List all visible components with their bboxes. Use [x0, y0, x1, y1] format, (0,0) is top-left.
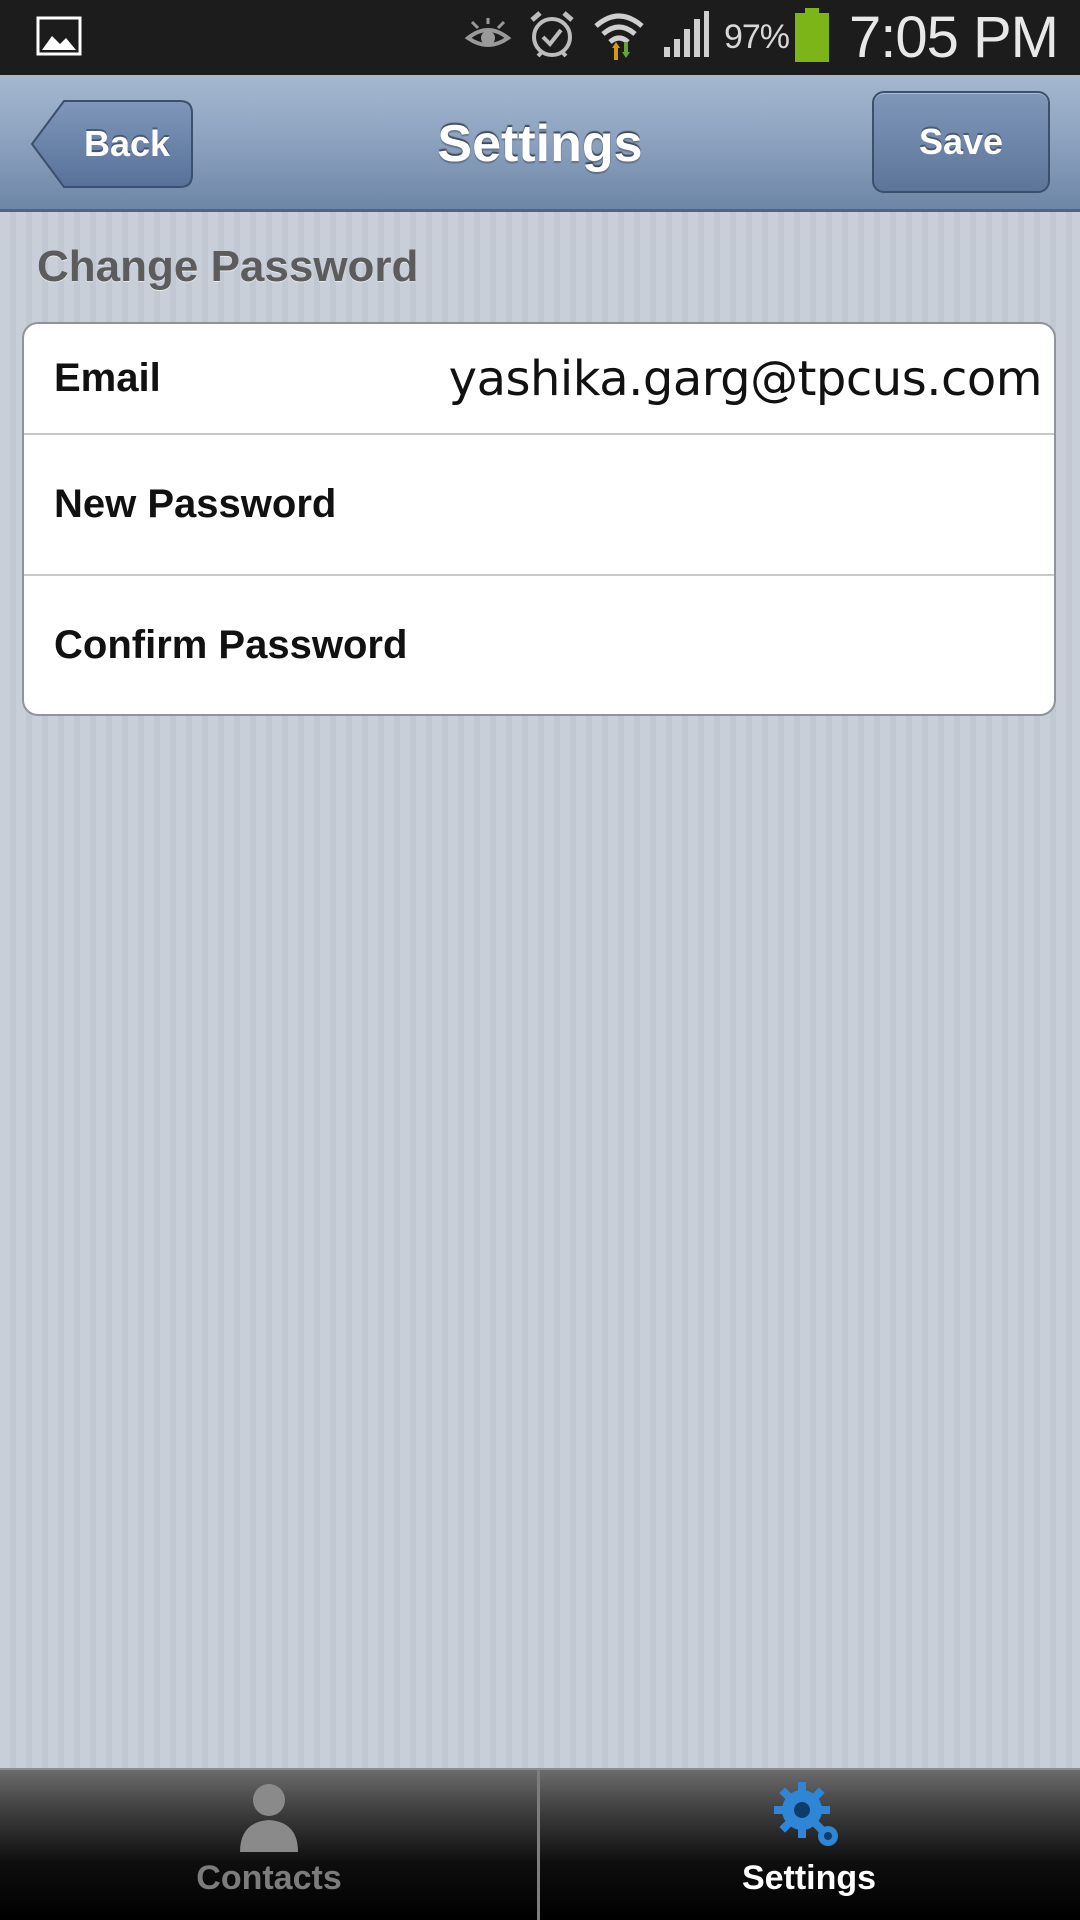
tab-contacts-label: Contacts: [196, 1859, 342, 1897]
clock: 7:05 PM: [849, 5, 1059, 70]
tab-settings-label: Settings: [741, 1859, 877, 1897]
save-button[interactable]: Save: [872, 91, 1050, 193]
tab-bar: Contacts Settings: [0, 1768, 1080, 1920]
confirm-password-label: Confirm Password: [54, 622, 408, 667]
tab-settings[interactable]: Settings: [540, 1770, 1078, 1920]
new-password-label: New Password: [54, 482, 337, 526]
title-bar: Back Settings Save: [0, 75, 1080, 212]
signal-icon: [662, 11, 710, 64]
email-label: Email: [54, 356, 161, 400]
email-row: Email yashika.garg@tpcus.com: [24, 324, 1054, 435]
gallery-icon: [36, 16, 82, 56]
gear-icon: [540, 1780, 1078, 1854]
section-title: Change Password: [37, 242, 419, 291]
back-button[interactable]: Back: [30, 98, 194, 190]
back-label: Back: [83, 123, 171, 164]
status-bar: 97% 7:05 PM: [0, 0, 1080, 75]
email-value: yashika.garg@tpcus.com: [448, 350, 1043, 407]
wifi-icon: [592, 8, 646, 67]
tab-contacts[interactable]: Contacts: [0, 1770, 538, 1920]
eye-icon: [464, 18, 512, 57]
new-password-field[interactable]: [404, 435, 1042, 574]
new-password-row: New Password: [24, 435, 1054, 576]
change-password-group: Email yashika.garg@tpcus.com New Passwor…: [22, 322, 1056, 716]
battery-icon: [795, 8, 829, 67]
confirm-password-row: Confirm Password: [24, 576, 1054, 714]
alarm-icon: [528, 10, 576, 65]
content-area: Change Password Email yashika.garg@tpcus…: [0, 212, 1080, 1768]
confirm-password-field[interactable]: [404, 576, 1042, 714]
person-icon: [0, 1780, 538, 1854]
battery-percent: 97%: [723, 18, 790, 56]
